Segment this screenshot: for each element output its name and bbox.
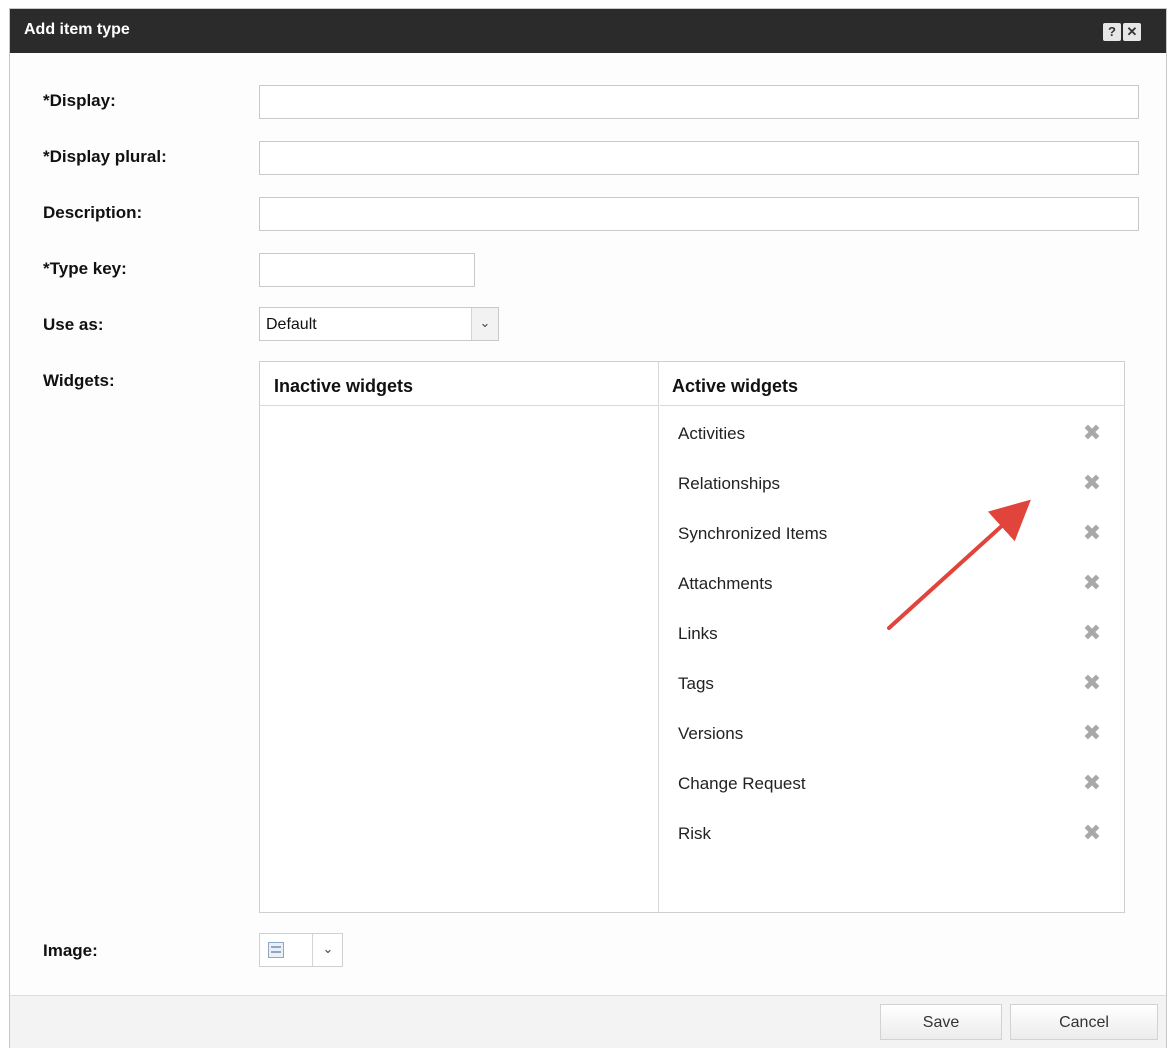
widget-label: Synchronized Items [678,524,828,543]
dialog-content: *Display: *Display plural: Description: … [10,53,1166,995]
add-item-type-dialog: Add item type ? ✕ *Display: *Display plu… [9,8,1167,1048]
dialog-titlebar: Add item type ? ✕ [10,9,1166,53]
display-field[interactable] [259,85,1139,119]
description-field[interactable] [259,197,1139,231]
cancel-button[interactable]: Cancel [1010,1004,1158,1040]
list-item[interactable]: Activities ✖ [660,414,1124,464]
widget-label: Links [678,624,718,643]
remove-icon[interactable]: ✖ [1082,572,1102,594]
active-widgets-panel: Active widgets Activities ✖ Relationships… [660,362,1124,912]
close-icon[interactable]: ✕ [1123,23,1141,41]
remove-icon[interactable]: ✖ [1082,622,1102,644]
widget-label: Risk [678,824,712,843]
active-widgets-header: Active widgets [660,362,1124,406]
list-item[interactable]: Versions ✖ [660,714,1124,764]
list-item[interactable]: Change Request ✖ [660,764,1124,814]
widget-label: Change Request [678,774,806,793]
image-label: Image: [43,941,98,960]
list-item[interactable]: Relationships ✖ [660,464,1124,514]
widget-label: Attachments [678,574,773,593]
widget-label: Tags [678,674,714,693]
list-item[interactable]: Links ✖ [660,614,1124,664]
widget-label: Activities [678,424,746,443]
remove-icon[interactable]: ✖ [1082,722,1102,744]
widget-label: Versions [678,724,744,743]
display-plural-label: *Display plural: [43,147,167,166]
active-widgets-list: Activities ✖ Relationships ✖ Synchronized … [660,414,1124,864]
remove-icon[interactable]: ✖ [1082,522,1102,544]
use-as-label: Use as: [43,315,104,334]
question-icon[interactable]: ? [1103,23,1121,41]
chevron-down-icon[interactable]: ⌄ [471,308,498,340]
display-plural-field[interactable] [259,141,1139,175]
remove-icon[interactable]: ✖ [1082,772,1102,794]
use-as-value: Default [266,316,317,333]
image-picker[interactable]: ⌄ [259,933,343,967]
use-as-select[interactable]: Default ⌄ [259,307,499,341]
chevron-down-icon[interactable]: ⌄ [312,934,343,966]
list-item[interactable]: Synchronized Items ✖ [660,514,1124,564]
dialog-footer: Save Cancel [10,995,1166,1048]
list-item[interactable]: Attachments ✖ [660,564,1124,614]
description-label: Description: [43,203,143,222]
remove-icon[interactable]: ✖ [1082,472,1102,494]
save-button[interactable]: Save [880,1004,1002,1040]
widgets-picker: Inactive widgets Active widgets Activiti… [259,361,1125,913]
dialog-title: Add item type [24,21,130,38]
remove-icon[interactable]: ✖ [1082,422,1102,444]
remove-icon[interactable]: ✖ [1082,672,1102,694]
type-key-label: *Type key: [43,259,127,278]
display-label: *Display: [43,91,116,110]
widget-label: Relationships [678,474,781,493]
image-icon [268,942,284,958]
list-item[interactable]: Risk ✖ [660,814,1124,864]
inactive-widgets-header: Inactive widgets [260,362,658,406]
type-key-field[interactable] [259,253,475,287]
remove-icon[interactable]: ✖ [1082,822,1102,844]
inactive-widgets-panel[interactable]: Inactive widgets [260,362,659,912]
widgets-label: Widgets: [43,371,115,390]
list-item[interactable]: Tags ✖ [660,664,1124,714]
